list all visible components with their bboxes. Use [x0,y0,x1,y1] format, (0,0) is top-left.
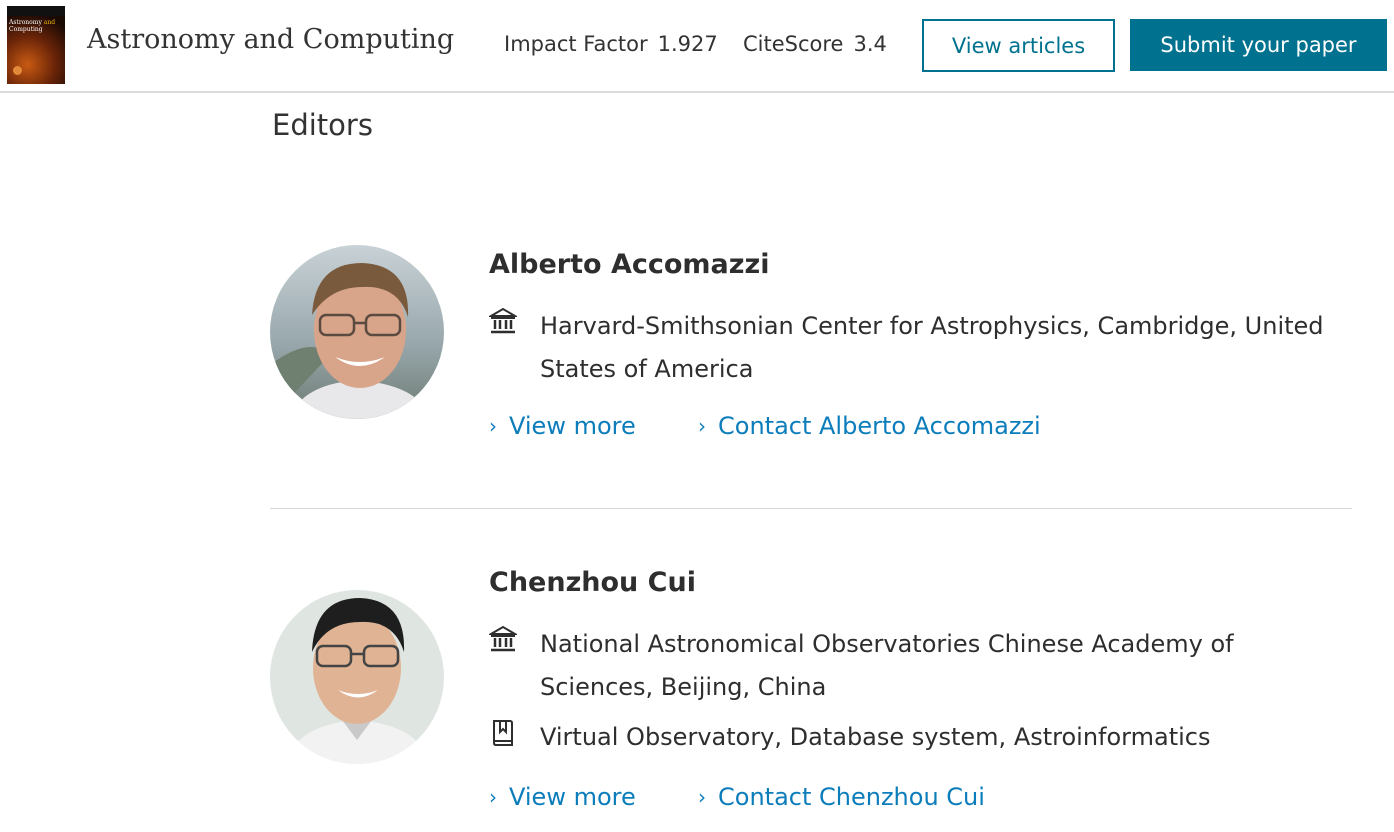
view-more-link[interactable]: › View more [489,412,636,440]
impact-factor-value: 1.927 [657,32,718,56]
view-more-link[interactable]: › View more [489,783,636,811]
citescore: CiteScore 3.4 [743,32,887,56]
journal-title[interactable]: Astronomy and Computing [87,24,454,55]
contact-editor-link[interactable]: › Contact Alberto Accomazzi [698,412,1041,440]
editor-name: Alberto Accomazzi [489,249,770,280]
avatar [270,245,444,419]
institution-icon [487,625,519,655]
chevron-right-icon: › [698,414,706,438]
divider [270,508,1352,509]
cover-planet-graphic [13,66,22,75]
site-header: Astronomy and Computing Astronomy and Co… [0,0,1394,93]
impact-factor: Impact Factor 1.927 [504,32,718,56]
chevron-right-icon: › [489,785,497,809]
chevron-right-icon: › [698,785,706,809]
affiliation-text: National Astronomical Observatories Chin… [540,630,1234,701]
affiliation-text: Harvard-Smithsonian Center for Astrophys… [540,312,1324,383]
bookmark-icon [489,718,517,748]
cover-top-band [7,6,65,16]
contact-editor-link[interactable]: › Contact Chenzhou Cui [698,783,985,811]
submit-paper-button[interactable]: Submit your paper [1130,19,1387,71]
view-articles-button[interactable]: View articles [922,19,1115,72]
interests-text: Virtual Observatory, Database system, As… [540,723,1211,751]
journal-cover-thumbnail[interactable]: Astronomy and Computing [7,6,65,84]
editor-name: Chenzhou Cui [489,567,696,598]
impact-factor-label: Impact Factor [504,32,648,56]
institution-icon [487,307,519,337]
avatar [270,590,444,764]
citescore-label: CiteScore [743,32,844,56]
chevron-right-icon: › [489,414,497,438]
section-title: Editors [272,108,373,142]
cover-title: Astronomy and Computing [9,19,56,33]
citescore-value: 3.4 [853,32,887,56]
